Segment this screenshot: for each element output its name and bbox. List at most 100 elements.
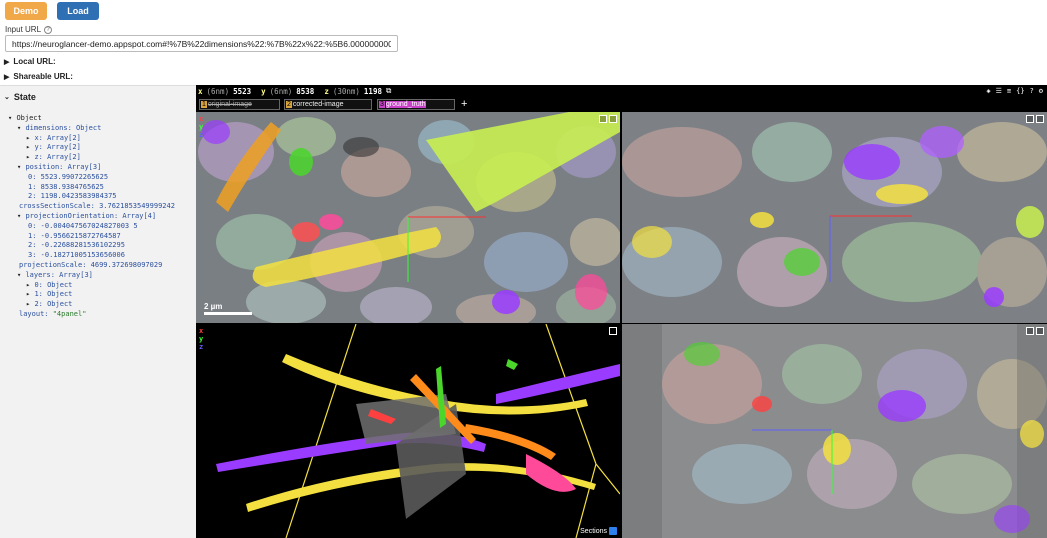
tree-row-text: crossSectionScale: 3.7621853549999242 [19,202,175,211]
settings-sliders-icon[interactable]: ≡ [1007,87,1011,95]
segment-green[interactable] [289,148,313,176]
tree-row[interactable]: ▾ Object [0,114,175,124]
segment-pink[interactable] [319,214,343,230]
y-coord-label: y [261,86,266,96]
help-icon[interactable]: ? [44,25,53,34]
local-url-toggle[interactable]: ▶ Local URL: [4,57,56,66]
maximize-icon[interactable] [1036,115,1044,123]
segment-green-yellow[interactable] [1016,206,1044,238]
tree-row: 1: -0.9566215872764587 [0,232,175,242]
layout-toggle-icon[interactable] [599,115,607,123]
panel-3d[interactable]: x y z Sections [196,324,620,538]
axis-z-label: z [199,131,204,139]
layout-toggle-icon[interactable] [1026,327,1034,335]
3d-view [216,324,620,538]
z-coord-value[interactable]: 1198 [364,87,382,96]
segment-purple-2[interactable] [994,505,1030,533]
y-unit: (6nm) [269,86,293,96]
panel-controls [609,327,617,335]
demo-button[interactable]: Demo [5,2,47,20]
scale-bar-line [204,312,252,315]
segment-purple[interactable] [878,390,926,422]
segment-purple[interactable] [492,290,520,314]
scale-bar-label: 2 µm [204,302,223,311]
x-unit: (6nm) [206,86,230,96]
segment-purple-3[interactable] [984,287,1004,307]
add-layer-button[interactable]: + [461,98,467,110]
tree-row[interactable]: ▸ z: Array[2] [0,153,175,163]
neuroglancer-viewer[interactable]: x (6nm) 5523 y (6nm) 8538 z (30nm) 1198 … [196,85,1047,538]
segment-purple[interactable] [844,144,900,180]
list-icon[interactable]: ☰ [996,87,1002,95]
neurite-green-2[interactable] [506,359,518,370]
segment-yellow-2[interactable] [750,212,774,228]
layout-toggle-icon[interactable] [1026,115,1034,123]
axis-z-label: z [199,343,204,351]
bounding-box-edge [545,324,597,465]
state-title: State [13,92,36,102]
sections-toggle[interactable]: Sections [580,527,617,535]
gear-icon[interactable]: ⚙ [1039,87,1043,95]
em-border-region [622,324,662,538]
layers-icon[interactable]: ◈ [986,87,990,95]
neurite-purple[interactable] [496,364,620,404]
segment-yellow-2[interactable] [1020,420,1044,448]
xy-slice-view [196,112,620,323]
tree-row: 2: -0.22688281536102295 [0,241,175,251]
input-url-label-text: Input URL [5,25,42,34]
panel-yz[interactable] [622,324,1047,538]
tree-row[interactable]: ▾ projectionOrientation: Array[4] [0,212,175,222]
segment-red[interactable] [292,222,320,242]
layer-tab-ground-truth[interactable]: 3 ground_truth [377,99,455,110]
layer-name: ground_truth [385,101,426,108]
help-question-icon[interactable]: ? [1030,87,1034,95]
tree-row[interactable]: ▾ layers: Array[3] [0,271,175,281]
tree-row[interactable]: ▸ 0: Object [0,281,175,291]
tree-row: layout: "4panel" [19,309,87,318]
tree-row[interactable]: ▸ 1: Object [0,290,175,300]
maximize-icon[interactable] [609,115,617,123]
checkbox-checked-icon[interactable] [609,527,617,535]
panel-xy[interactable]: x y z 2 µm [196,112,620,323]
layer-tab-corrected-image[interactable]: 2 corrected-image [284,99,372,110]
segment-yellow[interactable] [876,184,928,204]
tree-row[interactable]: ▾ position: Array[3] [0,163,175,173]
x-coord-value[interactable]: 5523 [233,87,251,96]
tree-row-text: 3: -0.18271005153656006 [28,251,125,260]
tree-row-text: dimensions: Object [25,123,102,132]
tree-row[interactable]: ▸ y: Array[2] [0,143,175,153]
tree-row-text: z: Array[2] [34,153,81,162]
state-header[interactable]: ⌄ State [4,92,36,102]
segment-green[interactable] [784,248,820,276]
tree-row[interactable]: ▸ 2: Object [0,300,175,310]
tree-row[interactable]: ▾ dimensions: Object [0,124,175,134]
segment-red[interactable] [752,396,772,412]
bounding-box-edge [595,463,620,495]
segment-yellow-3[interactable] [632,226,672,258]
load-button[interactable]: Load [57,2,99,20]
segment-pink-2[interactable] [575,274,607,310]
z-coord-label: z [324,86,329,96]
sections-label: Sections [580,527,607,535]
panel-xz[interactable] [622,112,1047,323]
url-input[interactable] [5,35,398,52]
tree-row-text: projectionScale: 4699.372698097029 [19,260,163,269]
axis-x-label: x [199,115,204,123]
segment-purple-2[interactable] [202,120,230,144]
json-braces-icon[interactable]: {} [1016,87,1024,95]
segment-purple-2[interactable] [920,126,964,158]
tree-row: crossSectionScale: 3.7621853549999242 [0,202,175,212]
shareable-url-toggle[interactable]: ▶ Shareable URL: [4,72,73,81]
y-coord-value[interactable]: 8538 [296,87,314,96]
segment-green[interactable] [684,342,720,366]
maximize-icon[interactable] [1036,327,1044,335]
maximize-icon[interactable] [609,327,617,335]
axis-x-label: x [199,327,204,335]
tree-row[interactable]: ▸ x: Array[2] [0,134,175,144]
axis-y-label: y [199,335,204,343]
layer-tab-original-image[interactable]: 1 original-image [199,99,280,110]
segment-yellow[interactable] [823,433,851,465]
copy-icon[interactable]: ⧉ [386,86,391,96]
local-url-label: Local URL: [13,57,56,66]
tree-row-text: 0: Object [34,280,73,289]
